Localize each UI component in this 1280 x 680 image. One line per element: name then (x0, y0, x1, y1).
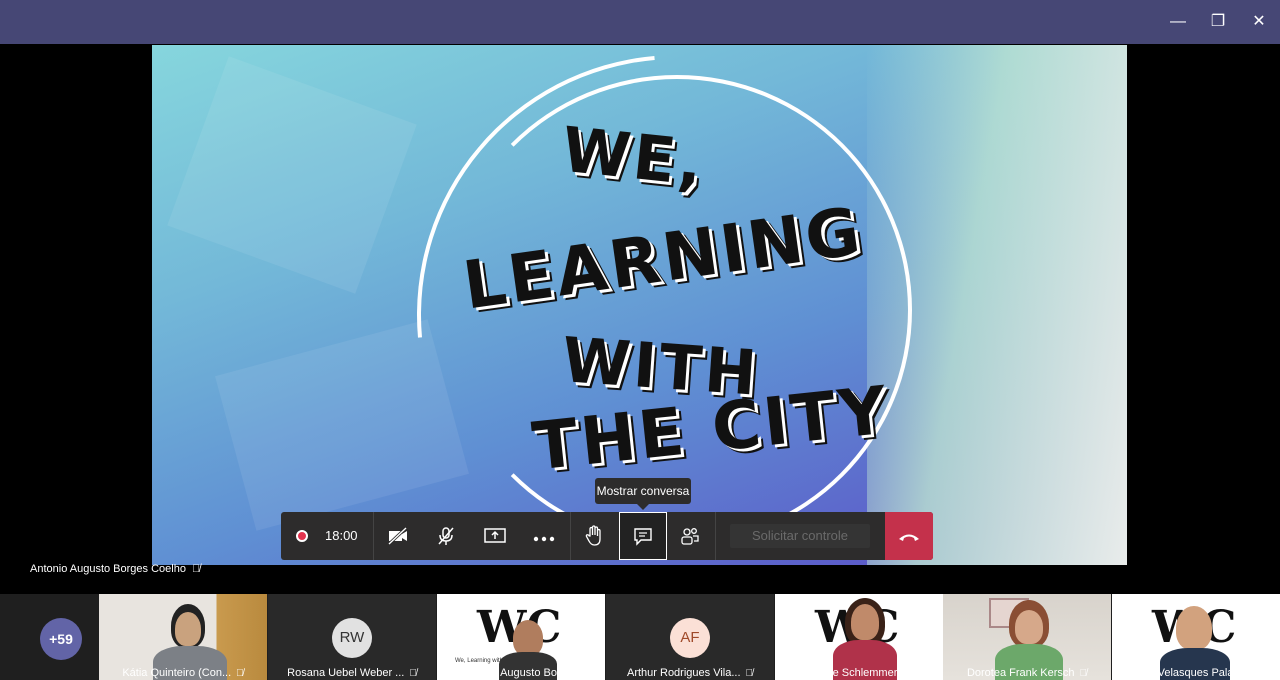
speaker-name: Antonio Augusto Borges Coelho (30, 563, 186, 575)
close-icon[interactable]: ✕ (1247, 10, 1271, 34)
participant-name: Rosana Uebel Weber ... (287, 667, 405, 679)
mic-muted-icon: 🎙̸ (574, 668, 582, 679)
mic-off-icon (438, 527, 454, 545)
camera-off-button[interactable] (374, 512, 422, 560)
mic-muted-icon: 🎙̸ (745, 668, 754, 679)
hang-up-button[interactable] (885, 512, 933, 560)
participants-button[interactable] (666, 512, 714, 560)
participant-name-row: Rosana Uebel Weber ... 🎙̸ (268, 667, 436, 679)
participant-name: Joao Velasques Palad... (1130, 667, 1249, 679)
participant-name: Kátia Quinteiro (Con... (122, 667, 232, 679)
more-icon (533, 536, 555, 542)
participant-face (1015, 610, 1043, 644)
participant-name-row: Eliane Schlemmer 🎙̸ (775, 667, 943, 679)
participant-face (513, 620, 543, 656)
minimize-icon[interactable]: — (1166, 10, 1190, 34)
mic-muted-icon: 🎙̸ (1253, 668, 1262, 679)
share-screen-icon (484, 528, 506, 543)
active-speaker-label: Antonio Augusto Borges Coelho 🎙̸ (30, 563, 200, 575)
participant-name-row: Kátia Quinteiro (Con... 🎙̸ (99, 667, 267, 679)
mic-off-button[interactable] (422, 512, 470, 560)
more-participants-button[interactable]: +59 (40, 618, 82, 660)
mic-muted-icon: 🎙̸ (902, 668, 910, 679)
participant-face (851, 604, 879, 640)
mic-muted-icon: 🎙̸ (191, 563, 201, 575)
participants-icon (681, 528, 699, 545)
mic-muted-icon: 🎙̸ (409, 668, 417, 679)
show-conversation-button[interactable] (619, 512, 667, 560)
participant-name: Antonio Augusto Bor... (460, 667, 570, 679)
chat-icon (634, 528, 652, 546)
background-shape (167, 56, 417, 294)
share-screen-button[interactable] (471, 512, 519, 560)
slide-title-line: WE, (558, 112, 709, 201)
participant-tile[interactable]: AF Arthur Rodrigues Vila... 🎙̸ (606, 594, 774, 680)
more-options-button[interactable] (520, 512, 568, 560)
participant-tile[interactable]: WC Joao Velasques Palad...🎙̸ (1112, 594, 1280, 680)
toolbar-divider (715, 512, 716, 560)
mic-muted-icon: 🎙̸ (1079, 668, 1088, 679)
restore-icon[interactable]: ❐ (1206, 10, 1230, 34)
hang-up-icon (899, 534, 919, 541)
hand-icon (585, 525, 601, 546)
participant-tile[interactable]: Kátia Quinteiro (Con... 🎙̸ (99, 594, 267, 680)
participant-tile[interactable]: RW Rosana Uebel Weber ... 🎙̸ (268, 594, 436, 680)
participant-tile[interactable]: Dorotea Frank Kersch 🎙̸ (943, 594, 1111, 680)
participant-name: Dorotea Frank Kersch (966, 667, 1075, 679)
recording-icon (296, 530, 308, 542)
request-control-button[interactable]: Solicitar controle (730, 524, 870, 548)
avatar: AF (670, 618, 710, 658)
title-bar: — ❐ ✕ (0, 0, 1280, 44)
participant-name: Arthur Rodrigues Vila... (626, 667, 741, 679)
camera-off-icon (387, 526, 408, 546)
participant-face (175, 612, 201, 646)
show-conversation-tooltip: Mostrar conversa (595, 478, 691, 510)
participant-name-row: Dorotea Frank Kersch 🎙̸ (943, 667, 1111, 679)
call-timer: 18:00 (325, 528, 358, 543)
participant-name-row: Joao Velasques Palad... 🎙̸ (1112, 667, 1280, 679)
participant-face (1176, 606, 1212, 650)
avatar: RW (332, 618, 372, 658)
raise-hand-button[interactable] (570, 512, 618, 560)
participant-tile[interactable]: WC We, Learning with the City Cibricity … (437, 594, 605, 680)
participant-name-row: Arthur Rodrigues Vila... 🎙̸ (606, 667, 774, 679)
mic-muted-icon: 🎙̸ (236, 668, 244, 679)
participant-name-row: Antonio Augusto Bor... 🎙̸ (437, 667, 605, 679)
participant-name: Eliane Schlemmer (808, 667, 898, 679)
participant-tile[interactable]: WC Eliane Schlemmer🎙̸ (775, 594, 943, 680)
